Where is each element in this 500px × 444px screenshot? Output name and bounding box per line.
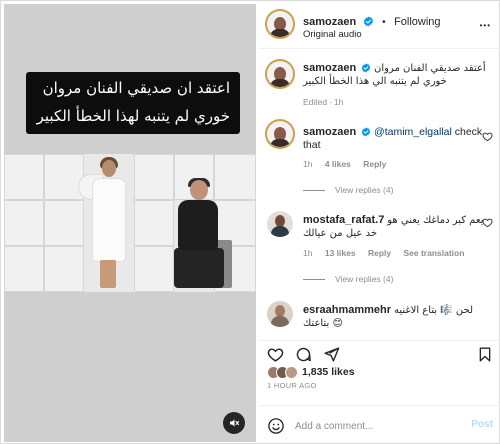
emoji-icon[interactable]: [267, 417, 285, 435]
avatar[interactable]: [265, 119, 295, 149]
woman-figure: [78, 156, 138, 290]
heart-icon[interactable]: [482, 131, 493, 142]
avatar[interactable]: [267, 301, 293, 327]
wall-tile: [134, 154, 174, 200]
wall-tile: [4, 246, 44, 292]
avatar[interactable]: [265, 59, 295, 89]
view-replies-button[interactable]: View replies (4): [303, 274, 393, 284]
more-options-icon: •••: [479, 21, 491, 30]
comment-username[interactable]: samozaen: [303, 126, 356, 138]
post-header: samozaen • Following Original audio •••: [259, 1, 500, 49]
reply-button[interactable]: Reply: [363, 159, 386, 169]
comment-time: 1h: [303, 159, 313, 169]
video-caption-box: اعتقد ان صديقي الفنان مروان خوري لم يتنب…: [26, 72, 240, 134]
video-player[interactable]: اعتقد ان صديقي الفنان مروان خوري لم يتنب…: [4, 4, 256, 442]
header-username[interactable]: samozaen: [303, 16, 356, 28]
comment-meta: 1h 13 likes Reply See translation: [303, 248, 474, 258]
caption-username[interactable]: samozaen: [303, 62, 356, 74]
verified-badge-icon: [362, 127, 371, 137]
verified-badge-icon: [362, 63, 371, 73]
wall-tile: [4, 200, 44, 246]
caption-meta: Edited · 1h: [303, 97, 344, 107]
avatar[interactable]: [265, 9, 295, 39]
comment-time: 1h: [303, 248, 313, 258]
caption-time: 1h: [333, 97, 344, 107]
comment-likes[interactable]: 4 likes: [325, 159, 351, 169]
see-translation-button[interactable]: See translation: [403, 248, 464, 258]
original-audio-link[interactable]: Original audio: [303, 29, 362, 40]
speaker-muted-icon: [230, 419, 240, 427]
avatar[interactable]: [267, 211, 293, 237]
comment-likes[interactable]: 13 likes: [325, 248, 356, 258]
liker-avatar: [285, 365, 298, 379]
likes-row: 1,835 likes: [267, 364, 355, 380]
share-plane-icon[interactable]: [323, 346, 340, 363]
video-frame-scene: [4, 154, 256, 292]
save-bookmark-icon[interactable]: [477, 346, 493, 363]
view-replies-button[interactable]: View replies (4): [303, 185, 393, 195]
like-heart-icon[interactable]: [267, 346, 284, 363]
comment-meta: 1h 4 likes Reply: [303, 159, 396, 169]
comment-mention-link[interactable]: @tamim_elgallal: [374, 126, 452, 138]
video-caption-line-1: اعتقد ان صديقي الفنان مروان: [42, 79, 230, 97]
comment-bubble-icon[interactable]: [295, 346, 312, 363]
add-comment-row: Post: [259, 405, 500, 444]
post-timestamp[interactable]: 1 HOUR AGO: [267, 381, 317, 390]
video-background-bottom: [4, 292, 256, 442]
caption-edited-label: Edited: [303, 97, 328, 107]
comment-username[interactable]: mostafa_rafat.7: [303, 214, 384, 226]
mute-button[interactable]: [223, 412, 245, 434]
comments-panel: samozaen • Following Original audio ••• …: [259, 1, 500, 444]
wall-tile: [134, 200, 174, 246]
post-modal: اعتقد ان صديقي الفنان مروان خوري لم يتنب…: [0, 0, 500, 444]
reply-button[interactable]: Reply: [368, 248, 391, 258]
add-comment-input[interactable]: [295, 418, 445, 434]
comment-username[interactable]: esraahmammehr: [303, 304, 391, 316]
header-separator: •: [382, 17, 386, 28]
header-user-line: samozaen • Following: [303, 12, 441, 30]
video-caption-line-2: خوري لم يتنبه لهذا الخطأ الكبير: [36, 107, 230, 125]
following-button[interactable]: Following: [394, 16, 440, 28]
wall-tile: [4, 154, 44, 200]
likes-count[interactable]: 1,835 likes: [302, 366, 355, 378]
verified-badge-icon: [363, 16, 373, 27]
man-figure: [170, 178, 234, 290]
post-comment-button[interactable]: Post: [471, 419, 493, 430]
heart-icon[interactable]: [482, 217, 493, 228]
wall-tile: [134, 246, 174, 292]
more-options-button[interactable]: •••: [480, 15, 491, 33]
